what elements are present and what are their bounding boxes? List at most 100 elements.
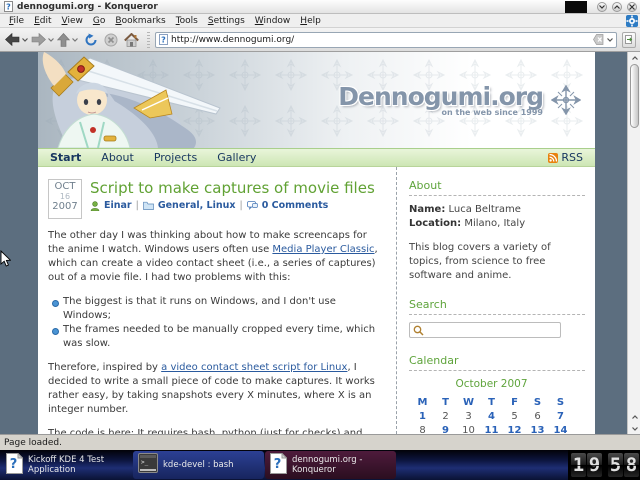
- svg-text:>_: >_: [141, 459, 149, 466]
- calendar-day[interactable]: 13: [526, 424, 549, 434]
- menu-item-edit[interactable]: Edit: [29, 16, 56, 26]
- clear-url-icon[interactable]: [593, 34, 604, 45]
- reload-button[interactable]: [83, 30, 99, 50]
- task-label: Kickoff KDE 4 Test Application: [28, 455, 127, 475]
- go-button[interactable]: [622, 32, 636, 48]
- back-dropdown-button[interactable]: [22, 31, 29, 49]
- author-icon: [90, 201, 100, 211]
- nav-item-projects[interactable]: Projects: [154, 151, 197, 164]
- taskbar: ?Kickoff KDE 4 Test Application>_kde-dev…: [0, 450, 640, 480]
- menu-item-tools[interactable]: Tools: [171, 16, 203, 26]
- calendar-weekday: F: [503, 396, 526, 410]
- kde-logo-icon[interactable]: [626, 15, 638, 27]
- task-button[interactable]: >_kde-devel : bash: [133, 451, 264, 479]
- url-dropdown-icon[interactable]: [607, 38, 613, 42]
- clock-digit: 5: [608, 453, 623, 477]
- help-document-icon: ?: [6, 453, 23, 474]
- calendar-month: October 2007: [409, 378, 574, 390]
- menu-item-settings[interactable]: Settings: [203, 16, 250, 26]
- url-bar[interactable]: ?: [155, 32, 617, 48]
- comments-link[interactable]: 0 Comments: [262, 200, 329, 211]
- post-paragraph: The other day I was thinking about how t…: [48, 229, 386, 285]
- forward-dropdown-button[interactable]: [48, 31, 55, 49]
- post: OCT 16 2007 Script to make captures of m…: [38, 167, 396, 434]
- site-header-banner: Dennogumi.org on the web since 1999: [38, 52, 595, 148]
- maximize-button[interactable]: [612, 2, 622, 12]
- about-text: This blog covers a variety of topics, fr…: [409, 241, 585, 283]
- menu-item-file[interactable]: File: [4, 16, 29, 26]
- contact-sheet-script-link[interactable]: a video contact sheet script for Linux: [161, 362, 347, 373]
- rss-label[interactable]: RSS: [561, 151, 583, 164]
- home-button[interactable]: [123, 30, 140, 50]
- browser-viewport: Dennogumi.org on the web since 1999: [0, 52, 640, 434]
- calendar-day[interactable]: 14: [549, 424, 572, 434]
- post-date-box: OCT 16 2007: [48, 179, 82, 219]
- search-box[interactable]: [409, 322, 561, 338]
- site-logo[interactable]: Dennogumi.org: [338, 82, 543, 111]
- meta-separator: |: [136, 200, 139, 211]
- menu-item-view[interactable]: View: [57, 16, 88, 26]
- rss-link[interactable]: RSS: [548, 151, 583, 164]
- search-input[interactable]: [427, 325, 557, 335]
- clock-digit: 8: [624, 453, 639, 477]
- svg-text:?: ?: [6, 3, 11, 12]
- scroll-down-button[interactable]: [629, 423, 640, 434]
- go-arrow-icon: [625, 35, 633, 44]
- status-text: Page loaded.: [4, 438, 62, 448]
- calendar-day[interactable]: 11: [480, 424, 503, 434]
- titlebar[interactable]: ? dennogumi.org - Konqueror: [0, 0, 640, 14]
- calendar-day[interactable]: 12: [503, 424, 526, 434]
- konqueror-window: ? dennogumi.org - Konqueror FileEditView…: [0, 0, 640, 480]
- list-item: The frames needed to be manually cropped…: [52, 323, 386, 351]
- rss-icon: [548, 153, 558, 163]
- calendar-day: 6: [526, 410, 549, 424]
- media-player-classic-link[interactable]: Media Player Classic: [272, 244, 374, 255]
- vertical-scrollbar[interactable]: [627, 52, 640, 434]
- calendar-day: 2: [434, 410, 457, 424]
- svg-text:?: ?: [161, 36, 166, 45]
- post-title[interactable]: Script to make captures of movie files: [90, 179, 375, 197]
- back-button[interactable]: [4, 30, 21, 50]
- nav-item-gallery[interactable]: Gallery: [217, 151, 256, 164]
- post-date-day: 16: [49, 192, 81, 201]
- calendar-day[interactable]: 7: [549, 410, 572, 424]
- chevron-down-icon: [599, 5, 605, 9]
- categories-link[interactable]: General, Linux: [158, 200, 236, 211]
- menu-item-bookmarks[interactable]: Bookmarks: [110, 16, 170, 26]
- mouse-cursor: [0, 250, 11, 267]
- scrollbar-thumb[interactable]: [630, 64, 639, 128]
- menu-item-go[interactable]: Go: [88, 16, 111, 26]
- calendar-day: 10: [457, 424, 480, 434]
- section-title-search: Search: [409, 298, 585, 315]
- calendar-weekday: W: [457, 396, 480, 410]
- calendar-day: 3: [457, 410, 480, 424]
- task-label: dennogumi.org - Konqueror: [292, 455, 391, 475]
- name-value: Luca Beltrame: [449, 204, 521, 215]
- close-button[interactable]: [627, 2, 637, 12]
- task-button[interactable]: ?Kickoff KDE 4 Test Application: [1, 451, 132, 479]
- scroll-up-button-bottom[interactable]: [629, 411, 640, 422]
- terminal-icon: >_: [138, 453, 158, 473]
- location-label: Location:: [409, 218, 461, 229]
- scroll-up-button[interactable]: [629, 52, 640, 63]
- up-button[interactable]: [56, 30, 71, 50]
- calendar-day[interactable]: 9: [434, 424, 457, 434]
- calendar-day[interactable]: 1: [411, 410, 434, 424]
- post-paragraph: Therefore, inspired by a video contact s…: [48, 361, 386, 417]
- stop-button[interactable]: [103, 30, 119, 50]
- menu-item-help[interactable]: Help: [295, 16, 326, 26]
- up-dropdown-button[interactable]: [72, 31, 79, 49]
- forward-button[interactable]: [30, 30, 47, 50]
- clock-digit: 1: [571, 453, 586, 477]
- calendar-day[interactable]: 4: [480, 410, 503, 424]
- author-link[interactable]: Einar: [104, 200, 132, 211]
- nav-item-about[interactable]: About: [101, 151, 134, 164]
- toolbar-separator: [147, 32, 150, 48]
- menu-item-window[interactable]: Window: [250, 16, 296, 26]
- calendar-weekday: S: [549, 396, 572, 410]
- task-button[interactable]: ?dennogumi.org - Konqueror: [265, 451, 396, 479]
- url-input[interactable]: [171, 35, 590, 45]
- navigation-toolbar: ?: [0, 28, 640, 52]
- nav-item-start[interactable]: Start: [50, 151, 81, 164]
- minimize-button[interactable]: [597, 2, 607, 12]
